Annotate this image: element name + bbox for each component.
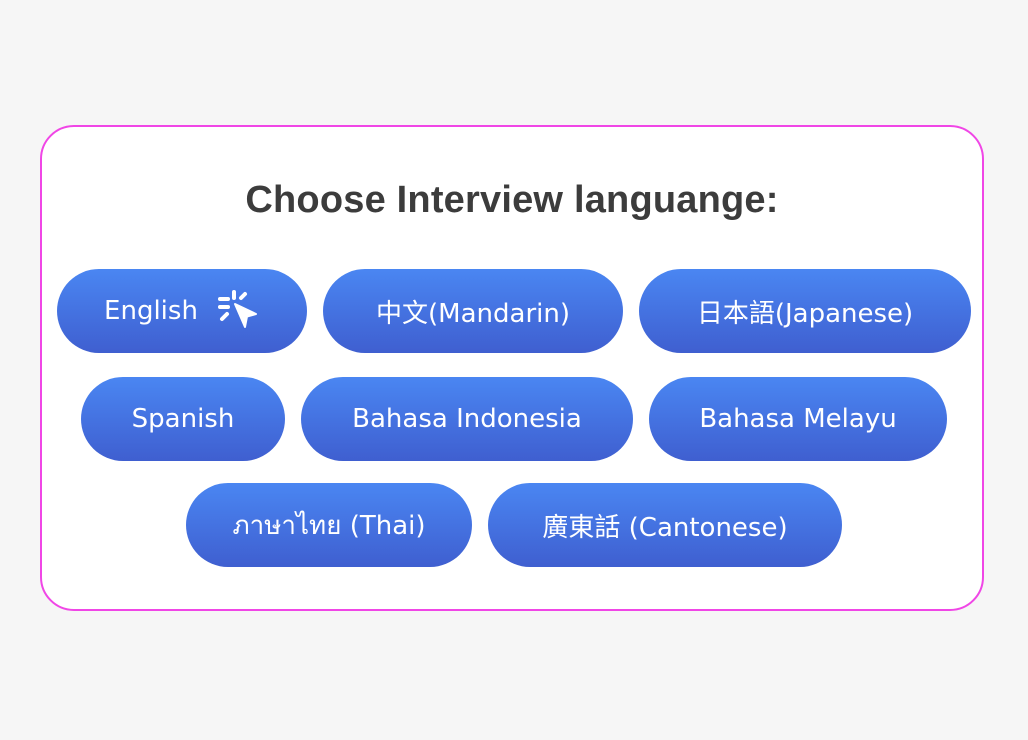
click-cursor-icon <box>216 289 260 333</box>
language-label: 廣東話 (Cantonese) <box>542 512 788 543</box>
language-button-bahasa-melayu[interactable]: Bahasa Melayu <box>649 377 947 461</box>
language-button-english[interactable]: English <box>57 269 307 353</box>
language-label: Spanish <box>131 404 235 434</box>
language-label: Bahasa Melayu <box>699 404 897 434</box>
language-button-japanese[interactable]: 日本語(Japanese) <box>639 269 971 353</box>
language-label: 日本語(Japanese) <box>696 298 914 329</box>
language-button-mandarin[interactable]: 中文(Mandarin) <box>323 269 623 353</box>
language-row-3: ภาษาไทย (Thai) 廣東話 (Cantonese) <box>42 483 982 567</box>
language-label: 中文(Mandarin) <box>376 298 570 329</box>
language-row-2: Spanish Bahasa Indonesia Bahasa Melayu <box>42 377 982 461</box>
language-selection-card: Choose Interview languange: English 中文(M… <box>40 125 984 611</box>
language-button-thai[interactable]: ภาษาไทย (Thai) <box>186 483 472 567</box>
language-label: Bahasa Indonesia <box>352 404 582 434</box>
language-button-bahasa-indonesia[interactable]: Bahasa Indonesia <box>301 377 633 461</box>
language-button-spanish[interactable]: Spanish <box>81 377 285 461</box>
language-row-1: English 中文(Mandarin) 日本語(Japanese) <box>42 269 982 353</box>
language-label: ภาษาไทย (Thai) <box>232 510 426 541</box>
language-button-cantonese[interactable]: 廣東話 (Cantonese) <box>488 483 842 567</box>
language-label: English <box>104 296 198 326</box>
page-title: Choose Interview languange: <box>245 179 779 221</box>
